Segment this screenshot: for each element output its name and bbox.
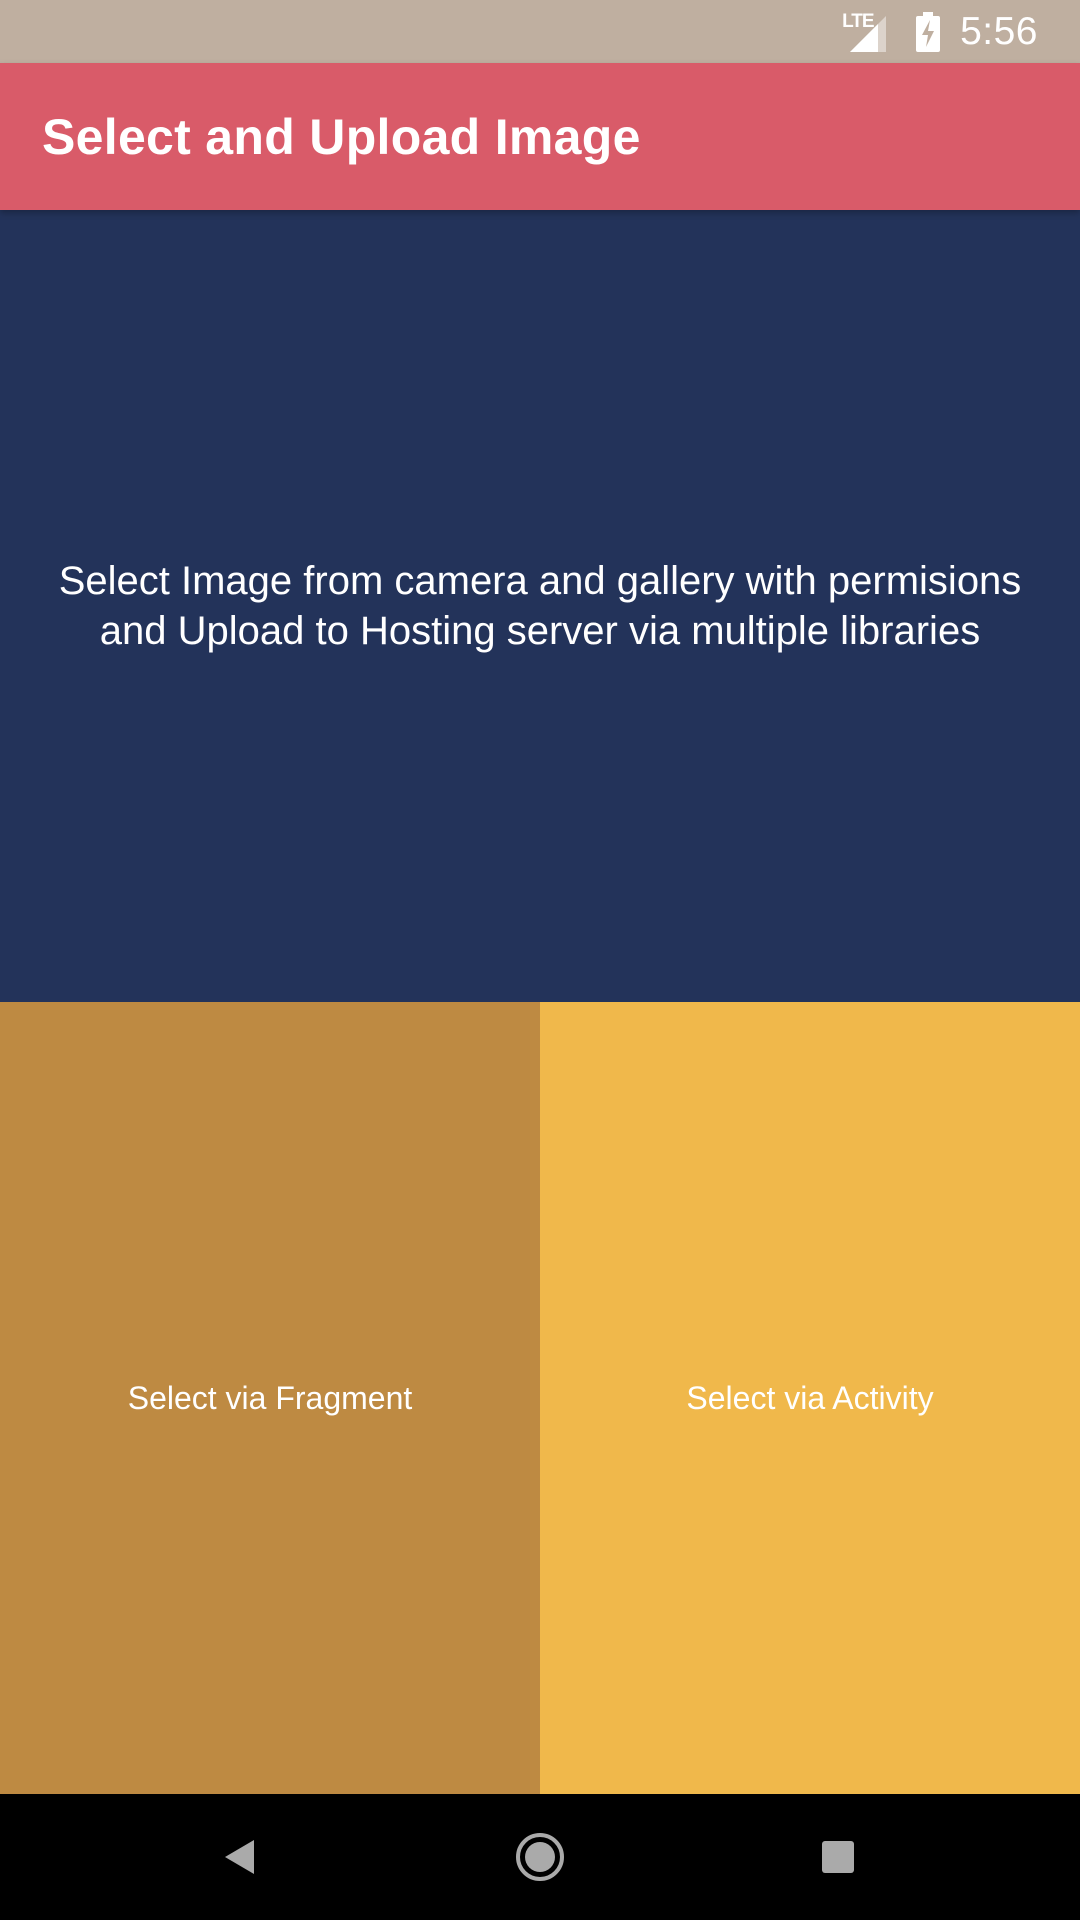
status-time: 5:56 <box>960 9 1038 53</box>
navigation-bar <box>0 1794 1080 1920</box>
app-bar: Select and Upload Image <box>0 63 1080 210</box>
hero-description: Select Image from camera and gallery wit… <box>58 559 1022 653</box>
status-bar: LTE 5:56 <box>0 0 1080 63</box>
select-via-fragment-label: Select via Fragment <box>127 1379 413 1416</box>
back-button[interactable] <box>180 1794 300 1920</box>
screen: LTE 5:56 Select and Upload Image Select … <box>0 0 1080 1920</box>
select-via-fragment-button[interactable]: Select via Fragment <box>0 1002 540 1794</box>
back-icon <box>225 1840 254 1874</box>
hero-panel: Select Image from camera and gallery wit… <box>0 210 1080 1002</box>
home-icon <box>516 1833 564 1881</box>
recents-icon <box>822 1841 854 1873</box>
recents-button[interactable] <box>778 1794 898 1920</box>
select-via-activity-label: Select via Activity <box>686 1379 934 1416</box>
select-via-activity-button[interactable]: Select via Activity <box>540 1002 1080 1794</box>
lte-signal-icon: LTE <box>842 12 890 52</box>
battery-charging-icon <box>916 11 941 52</box>
app-title: Select and Upload Image <box>42 108 641 165</box>
home-button[interactable] <box>480 1794 600 1920</box>
